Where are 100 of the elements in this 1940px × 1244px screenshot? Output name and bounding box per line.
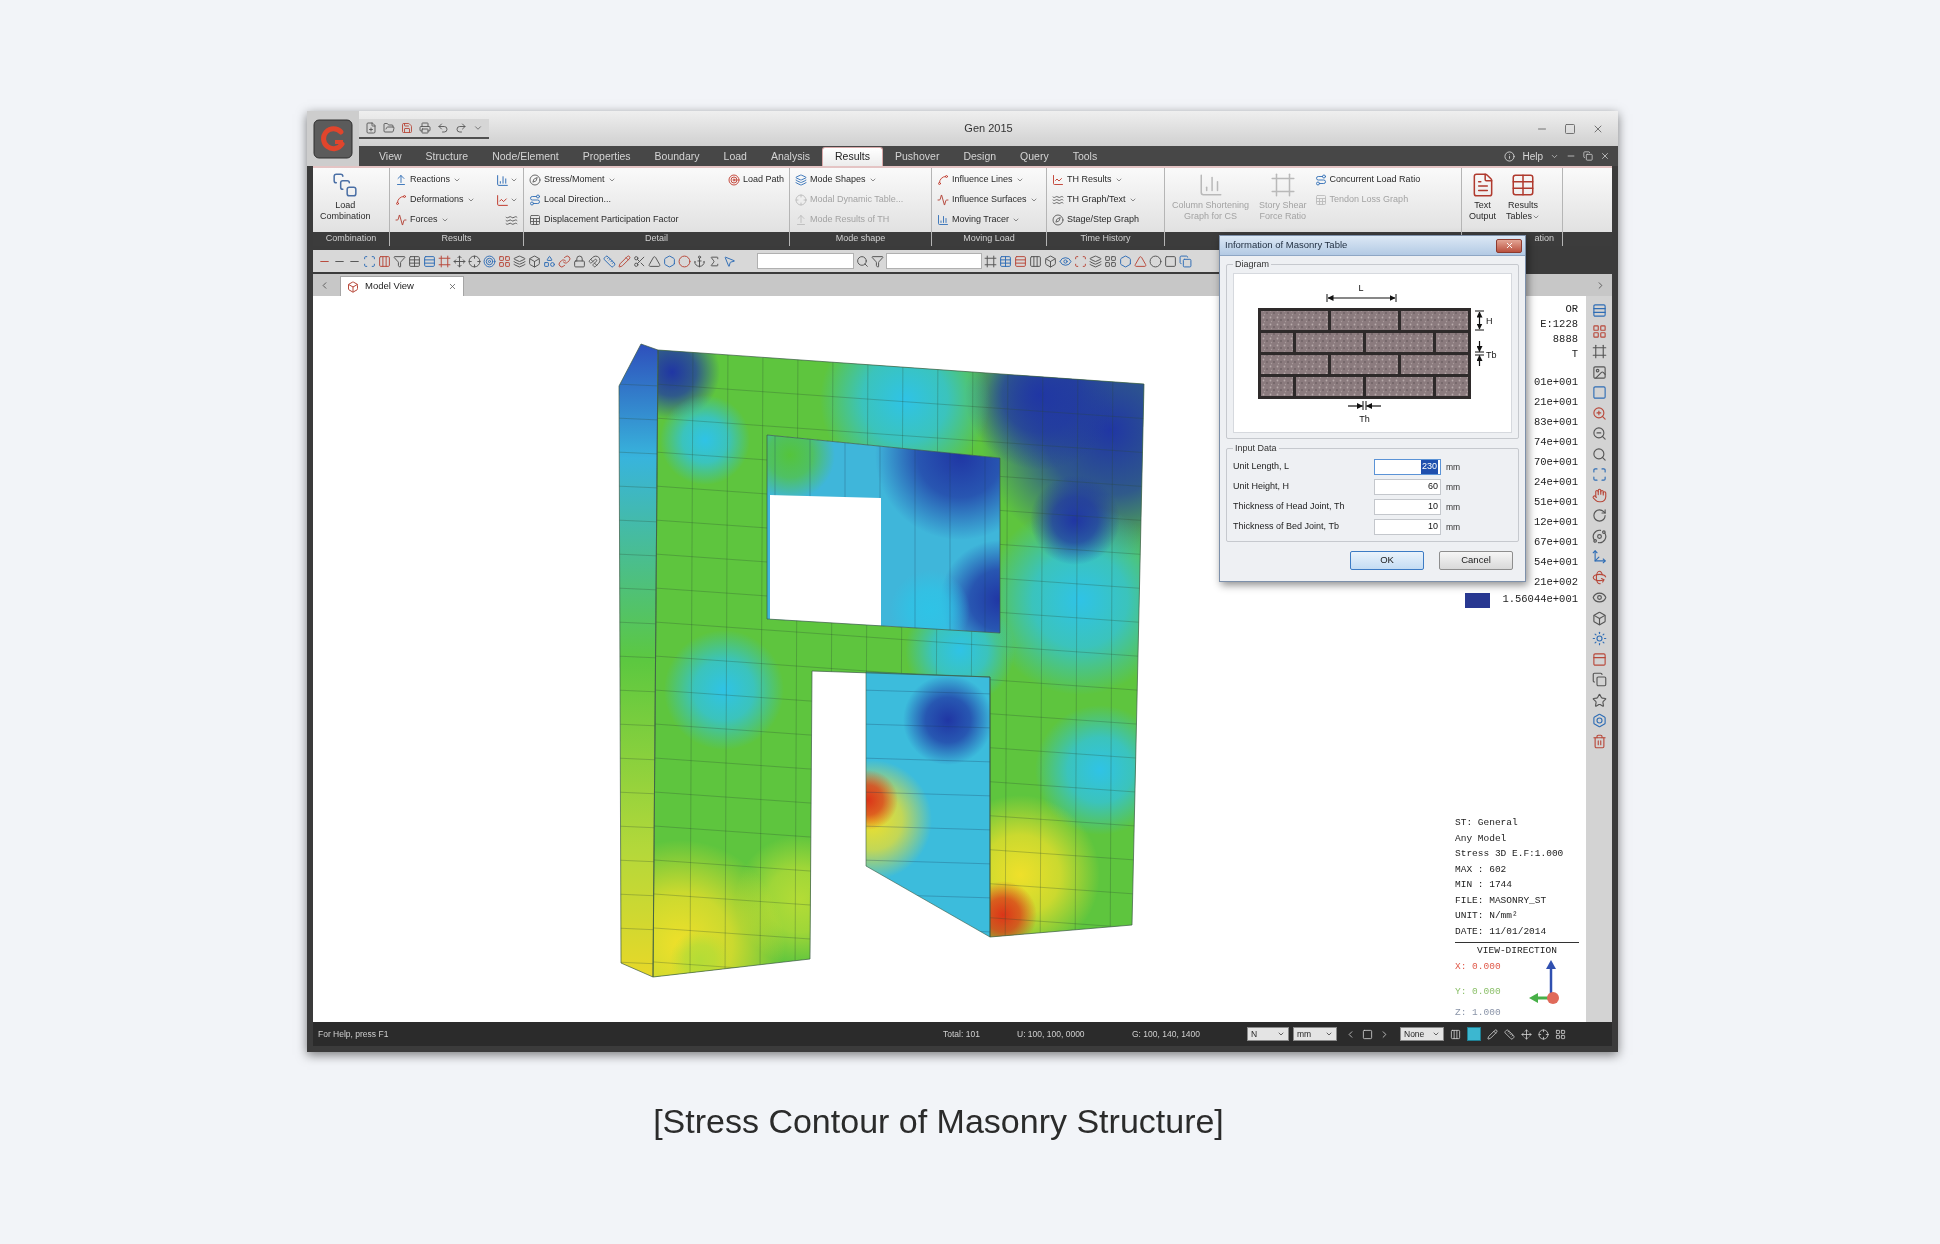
ribbon-button[interactable]: Text Output: [1467, 172, 1499, 222]
star-icon[interactable]: [1591, 692, 1607, 708]
circle-icon[interactable]: [1149, 254, 1162, 268]
ribbon-button[interactable]: Stress/Moment: [529, 172, 679, 188]
rows-icon[interactable]: [1591, 303, 1607, 318]
sigma-icon[interactable]: [708, 254, 721, 268]
menu-tab[interactable]: Structure: [413, 147, 481, 166]
ribbon-button[interactable]: Concurrent Load Ratio: [1314, 172, 1421, 188]
ruler-icon[interactable]: [603, 254, 616, 268]
menu-tab[interactable]: Tools: [1060, 147, 1110, 166]
ribbon-button[interactable]: Load Path: [727, 172, 784, 188]
ribbon-button[interactable]: Deformations: [395, 192, 475, 208]
save-icon[interactable]: [401, 121, 413, 134]
filter-icon[interactable]: [393, 254, 406, 268]
filter-icon[interactable]: [871, 254, 884, 268]
hand-icon[interactable]: [1591, 487, 1607, 503]
copy-icon[interactable]: [1179, 254, 1192, 268]
input-field[interactable]: [886, 253, 982, 269]
hash-icon[interactable]: [1591, 344, 1607, 359]
grid-icon[interactable]: [1104, 254, 1117, 268]
nut-icon[interactable]: [1591, 713, 1607, 728]
ribbon-button[interactable]: TH Graph/Text: [1052, 192, 1140, 208]
rotate-icon[interactable]: [1591, 508, 1607, 523]
zoom-in-icon[interactable]: [1591, 405, 1607, 421]
pencil-icon[interactable]: [618, 254, 631, 268]
zoom-out-icon[interactable]: [1591, 426, 1607, 441]
menu-tab[interactable]: Boundary: [642, 147, 712, 166]
hexagon-icon[interactable]: [663, 254, 676, 268]
table-icon[interactable]: [999, 254, 1012, 268]
layers-icon[interactable]: [513, 254, 526, 268]
orbit-icon[interactable]: [1591, 528, 1607, 544]
document-tab[interactable]: Model View: [340, 276, 464, 296]
input-field[interactable]: 10: [1374, 499, 1441, 515]
cube-icon[interactable]: [1591, 610, 1607, 626]
grid-icon[interactable]: [498, 254, 511, 268]
maximize-icon[interactable]: [1591, 467, 1607, 482]
cube-icon[interactable]: [1044, 254, 1057, 268]
magnet-icon[interactable]: [588, 254, 601, 268]
move-icon[interactable]: [1521, 1028, 1532, 1040]
ribbon-button[interactable]: Influence Surfaces: [937, 192, 1038, 208]
sun-icon[interactable]: [1591, 631, 1607, 646]
columns-icon[interactable]: [378, 254, 391, 268]
menu-tab[interactable]: Analysis: [758, 147, 822, 166]
scan-icon[interactable]: [363, 254, 376, 268]
menu-tab[interactable]: Design: [951, 147, 1009, 166]
menu-tab[interactable]: Pushover: [883, 147, 952, 166]
search-icon[interactable]: [1591, 446, 1607, 462]
input-field[interactable]: [757, 253, 854, 269]
hash-icon[interactable]: [438, 254, 451, 268]
ribbon-button[interactable]: Reactions: [395, 172, 475, 188]
input-field[interactable]: 10: [1374, 519, 1441, 535]
close-icon[interactable]: [1600, 151, 1610, 161]
link-icon[interactable]: [558, 254, 571, 268]
circle-icon[interactable]: [678, 254, 691, 268]
rows-icon[interactable]: [1014, 254, 1027, 268]
ribbon-icon-button[interactable]: [496, 192, 518, 208]
move-icon[interactable]: [453, 254, 466, 268]
copy-icon[interactable]: [1591, 672, 1607, 687]
ribbon-button[interactable]: Results Tables: [1504, 172, 1543, 222]
crosshair-icon[interactable]: [468, 254, 481, 268]
menu-tab[interactable]: Node/Element: [480, 147, 571, 166]
app-logo-icon[interactable]: [313, 118, 353, 159]
hexagon-icon[interactable]: [1119, 254, 1132, 268]
scissors-icon[interactable]: [633, 254, 646, 268]
active-toggle-icon[interactable]: [1467, 1027, 1481, 1041]
selection-dropdown[interactable]: None: [1400, 1027, 1444, 1041]
ribbon-button[interactable]: Mode Shapes: [795, 172, 904, 188]
ribbon-button[interactable]: Moving Tracer: [937, 212, 1038, 228]
menu-tab[interactable]: Properties: [570, 147, 643, 166]
columns-icon[interactable]: [1029, 254, 1042, 268]
menu-tab[interactable]: View: [367, 147, 414, 166]
image-icon[interactable]: [1591, 364, 1607, 380]
length-unit-dropdown[interactable]: mm: [1293, 1027, 1337, 1041]
close-button[interactable]: [1496, 238, 1522, 253]
menu-tab[interactable]: Results: [822, 147, 884, 166]
anchor-icon[interactable]: [693, 254, 706, 268]
redo-icon[interactable]: [455, 121, 467, 134]
triangle-icon[interactable]: [1134, 254, 1147, 268]
input-field[interactable]: 60: [1374, 479, 1441, 495]
ribbon-button[interactable]: TH Results: [1052, 172, 1140, 188]
pointer-icon[interactable]: [723, 254, 736, 268]
hash-icon[interactable]: [984, 254, 997, 268]
folder-icon[interactable]: [383, 121, 395, 134]
layers-icon[interactable]: [1089, 254, 1102, 268]
dialog-button[interactable]: Cancel: [1439, 551, 1513, 570]
info-icon[interactable]: [1504, 150, 1516, 162]
square-icon[interactable]: [1591, 385, 1607, 400]
close-icon[interactable]: [448, 282, 457, 291]
maximize-icon[interactable]: [1564, 122, 1576, 135]
ribbon-button[interactable]: Stage/Step Graph: [1052, 212, 1140, 228]
eye-icon[interactable]: [1059, 254, 1072, 268]
ribbon-button[interactable]: Local Direction...: [529, 192, 679, 208]
rotate-3d-icon[interactable]: [1591, 569, 1607, 585]
rows-icon[interactable]: [423, 254, 436, 268]
scan-icon[interactable]: [1074, 254, 1087, 268]
restore-icon[interactable]: [1583, 151, 1593, 161]
grid-icon[interactable]: [1555, 1028, 1566, 1040]
lock-icon[interactable]: [573, 254, 586, 268]
eye-icon[interactable]: [1591, 590, 1607, 605]
cube-icon[interactable]: [528, 254, 541, 268]
